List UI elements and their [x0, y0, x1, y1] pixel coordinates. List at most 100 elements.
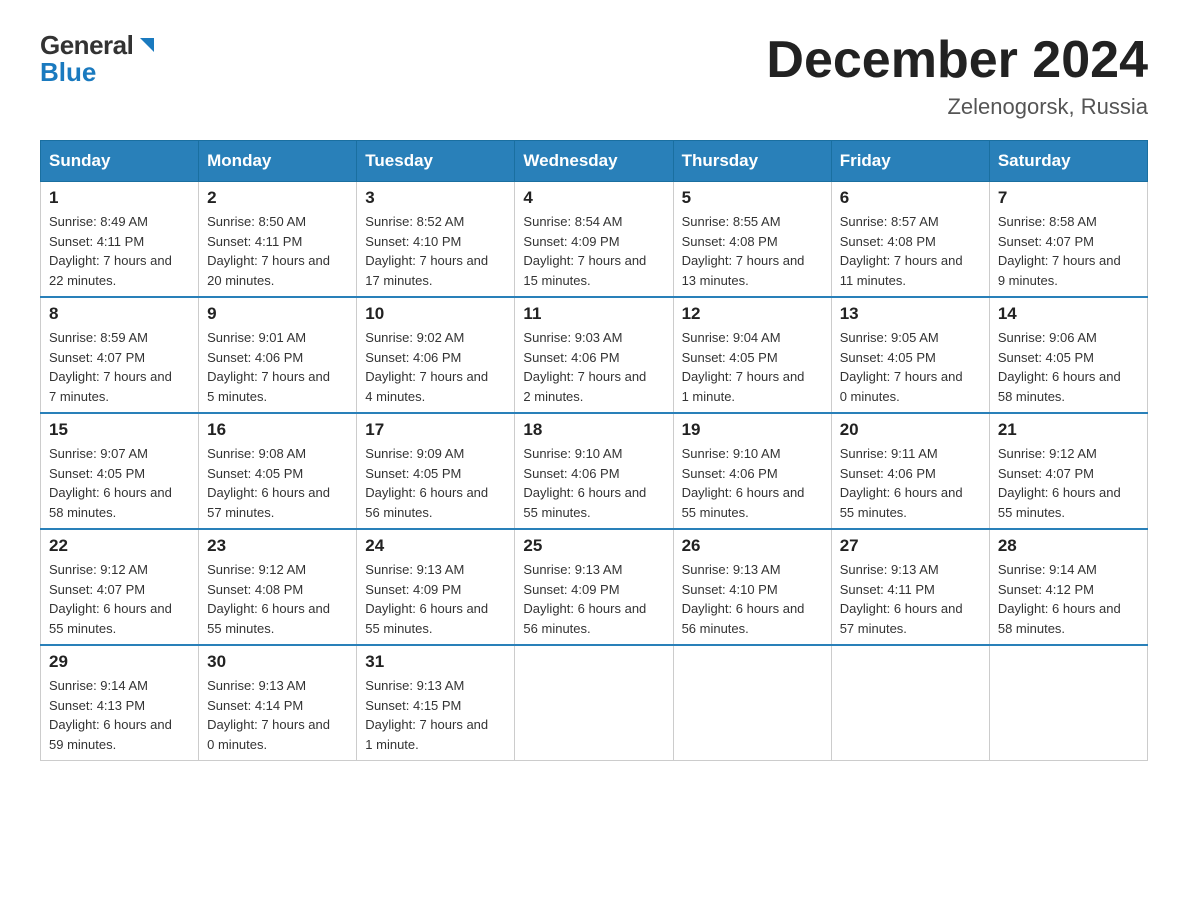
calendar-cell: 11 Sunrise: 9:03 AMSunset: 4:06 PMDayligh… — [515, 297, 673, 413]
calendar-header-monday: Monday — [199, 141, 357, 182]
day-number: 26 — [682, 536, 823, 556]
day-number: 12 — [682, 304, 823, 324]
calendar-cell: 24 Sunrise: 9:13 AMSunset: 4:09 PMDayligh… — [357, 529, 515, 645]
day-info: Sunrise: 9:13 AMSunset: 4:10 PMDaylight:… — [682, 560, 823, 638]
day-number: 16 — [207, 420, 348, 440]
calendar-cell: 27 Sunrise: 9:13 AMSunset: 4:11 PMDayligh… — [831, 529, 989, 645]
day-number: 18 — [523, 420, 664, 440]
calendar-cell: 20Sunrise: 9:11 AMSunset: 4:06 PMDayligh… — [831, 413, 989, 529]
day-info: Sunrise: 9:14 AMSunset: 4:12 PMDaylight:… — [998, 560, 1139, 638]
calendar-week-row: 29 Sunrise: 9:14 AMSunset: 4:13 PMDayligh… — [41, 645, 1148, 761]
day-number: 24 — [365, 536, 506, 556]
day-number: 2 — [207, 188, 348, 208]
calendar-cell — [831, 645, 989, 761]
calendar-cell: 5 Sunrise: 8:55 AMSunset: 4:08 PMDaylight… — [673, 182, 831, 298]
day-info: Sunrise: 9:13 AMSunset: 4:09 PMDaylight:… — [365, 560, 506, 638]
day-number: 10 — [365, 304, 506, 324]
day-info: Sunrise: 9:12 AMSunset: 4:07 PMDaylight:… — [49, 560, 190, 638]
calendar-cell: 30 Sunrise: 9:13 AMSunset: 4:14 PMDayligh… — [199, 645, 357, 761]
day-number: 31 — [365, 652, 506, 672]
day-info: Sunrise: 9:14 AMSunset: 4:13 PMDaylight:… — [49, 676, 190, 754]
location-text: Zelenogorsk, Russia — [766, 94, 1148, 120]
day-info: Sunrise: 9:13 AMSunset: 4:11 PMDaylight:… — [840, 560, 981, 638]
day-info: Sunrise: 8:55 AMSunset: 4:08 PMDaylight:… — [682, 212, 823, 290]
day-number: 22 — [49, 536, 190, 556]
calendar-header-wednesday: Wednesday — [515, 141, 673, 182]
calendar-cell: 7 Sunrise: 8:58 AMSunset: 4:07 PMDaylight… — [989, 182, 1147, 298]
calendar-cell: 28 Sunrise: 9:14 AMSunset: 4:12 PMDayligh… — [989, 529, 1147, 645]
logo: General Blue — [40, 30, 158, 88]
calendar-cell: 10 Sunrise: 9:02 AMSunset: 4:06 PMDayligh… — [357, 297, 515, 413]
day-info: Sunrise: 9:05 AMSunset: 4:05 PMDaylight:… — [840, 328, 981, 406]
month-title: December 2024 — [766, 30, 1148, 90]
day-number: 28 — [998, 536, 1139, 556]
calendar-week-row: 22 Sunrise: 9:12 AMSunset: 4:07 PMDayligh… — [41, 529, 1148, 645]
calendar-week-row: 15 Sunrise: 9:07 AMSunset: 4:05 PMDayligh… — [41, 413, 1148, 529]
day-number: 20 — [840, 420, 981, 440]
logo-blue-text: Blue — [40, 57, 96, 88]
day-number: 29 — [49, 652, 190, 672]
calendar-cell: 13 Sunrise: 9:05 AMSunset: 4:05 PMDayligh… — [831, 297, 989, 413]
calendar-cell: 9Sunrise: 9:01 AMSunset: 4:06 PMDaylight… — [199, 297, 357, 413]
calendar-header-friday: Friday — [831, 141, 989, 182]
day-info: Sunrise: 9:06 AMSunset: 4:05 PMDaylight:… — [998, 328, 1139, 406]
calendar-cell: 16 Sunrise: 9:08 AMSunset: 4:05 PMDayligh… — [199, 413, 357, 529]
day-info: Sunrise: 9:12 AMSunset: 4:08 PMDaylight:… — [207, 560, 348, 638]
day-number: 21 — [998, 420, 1139, 440]
day-number: 25 — [523, 536, 664, 556]
day-number: 13 — [840, 304, 981, 324]
calendar-cell: 19Sunrise: 9:10 AMSunset: 4:06 PMDayligh… — [673, 413, 831, 529]
day-info: Sunrise: 9:03 AMSunset: 4:06 PMDaylight:… — [523, 328, 664, 406]
day-number: 11 — [523, 304, 664, 324]
day-info: Sunrise: 9:02 AMSunset: 4:06 PMDaylight:… — [365, 328, 506, 406]
day-info: Sunrise: 8:58 AMSunset: 4:07 PMDaylight:… — [998, 212, 1139, 290]
day-number: 14 — [998, 304, 1139, 324]
day-info: Sunrise: 9:10 AMSunset: 4:06 PMDaylight:… — [682, 444, 823, 522]
day-number: 23 — [207, 536, 348, 556]
calendar-cell: 29 Sunrise: 9:14 AMSunset: 4:13 PMDayligh… — [41, 645, 199, 761]
day-info: Sunrise: 8:52 AMSunset: 4:10 PMDaylight:… — [365, 212, 506, 290]
day-number: 1 — [49, 188, 190, 208]
calendar-cell: 23 Sunrise: 9:12 AMSunset: 4:08 PMDayligh… — [199, 529, 357, 645]
day-number: 30 — [207, 652, 348, 672]
day-number: 3 — [365, 188, 506, 208]
day-number: 15 — [49, 420, 190, 440]
calendar-cell: 14 Sunrise: 9:06 AMSunset: 4:05 PMDayligh… — [989, 297, 1147, 413]
calendar-cell: 18 Sunrise: 9:10 AMSunset: 4:06 PMDayligh… — [515, 413, 673, 529]
day-info: Sunrise: 8:57 AMSunset: 4:08 PMDaylight:… — [840, 212, 981, 290]
day-info: Sunrise: 9:10 AMSunset: 4:06 PMDaylight:… — [523, 444, 664, 522]
day-info: Sunrise: 9:01 AMSunset: 4:06 PMDaylight:… — [207, 328, 348, 406]
day-number: 4 — [523, 188, 664, 208]
calendar-header-sunday: Sunday — [41, 141, 199, 182]
day-info: Sunrise: 9:13 AMSunset: 4:14 PMDaylight:… — [207, 676, 348, 754]
calendar-cell: 12 Sunrise: 9:04 AMSunset: 4:05 PMDayligh… — [673, 297, 831, 413]
calendar-week-row: 1 Sunrise: 8:49 AMSunset: 4:11 PMDaylight… — [41, 182, 1148, 298]
calendar-header-tuesday: Tuesday — [357, 141, 515, 182]
logo-arrow-icon — [136, 34, 158, 61]
day-number: 17 — [365, 420, 506, 440]
day-info: Sunrise: 9:07 AMSunset: 4:05 PMDaylight:… — [49, 444, 190, 522]
calendar-cell: 8Sunrise: 8:59 AMSunset: 4:07 PMDaylight… — [41, 297, 199, 413]
day-number: 7 — [998, 188, 1139, 208]
calendar-cell: 1 Sunrise: 8:49 AMSunset: 4:11 PMDaylight… — [41, 182, 199, 298]
calendar-cell: 31 Sunrise: 9:13 AMSunset: 4:15 PMDayligh… — [357, 645, 515, 761]
day-info: Sunrise: 9:13 AMSunset: 4:15 PMDaylight:… — [365, 676, 506, 754]
calendar-header-row: SundayMondayTuesdayWednesdayThursdayFrid… — [41, 141, 1148, 182]
calendar-cell: 17Sunrise: 9:09 AMSunset: 4:05 PMDayligh… — [357, 413, 515, 529]
calendar-cell: 6Sunrise: 8:57 AMSunset: 4:08 PMDaylight… — [831, 182, 989, 298]
day-info: Sunrise: 9:08 AMSunset: 4:05 PMDaylight:… — [207, 444, 348, 522]
day-info: Sunrise: 9:04 AMSunset: 4:05 PMDaylight:… — [682, 328, 823, 406]
calendar-cell: 21Sunrise: 9:12 AMSunset: 4:07 PMDayligh… — [989, 413, 1147, 529]
calendar-header-saturday: Saturday — [989, 141, 1147, 182]
day-info: Sunrise: 8:50 AMSunset: 4:11 PMDaylight:… — [207, 212, 348, 290]
day-number: 27 — [840, 536, 981, 556]
page-header: General Blue December 2024 Zelenogorsk, … — [40, 30, 1148, 120]
day-info: Sunrise: 8:49 AMSunset: 4:11 PMDaylight:… — [49, 212, 190, 290]
day-info: Sunrise: 8:54 AMSunset: 4:09 PMDaylight:… — [523, 212, 664, 290]
title-block: December 2024 Zelenogorsk, Russia — [766, 30, 1148, 120]
calendar-table: SundayMondayTuesdayWednesdayThursdayFrid… — [40, 140, 1148, 761]
day-number: 5 — [682, 188, 823, 208]
calendar-cell: 3 Sunrise: 8:52 AMSunset: 4:10 PMDaylight… — [357, 182, 515, 298]
calendar-cell: 2 Sunrise: 8:50 AMSunset: 4:11 PMDaylight… — [199, 182, 357, 298]
calendar-week-row: 8Sunrise: 8:59 AMSunset: 4:07 PMDaylight… — [41, 297, 1148, 413]
